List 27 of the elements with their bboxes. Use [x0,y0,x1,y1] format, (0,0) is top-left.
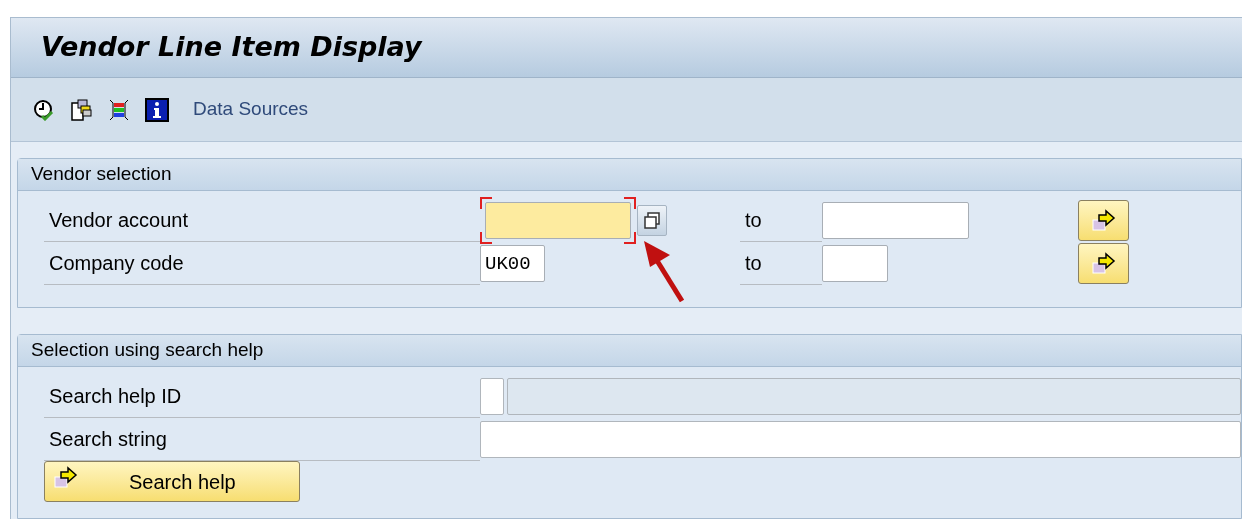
field-label: Search help ID [49,384,182,409]
multiple-selection-button[interactable] [637,205,667,236]
group-title: Selection using search help [31,338,264,363]
arrow-icon [1090,250,1117,277]
window-title: Vendor Line Item Display [41,30,422,65]
field-label: Vendor account [49,208,188,233]
selections-icon[interactable] [107,97,131,122]
search-help-button[interactable]: Search help [44,461,300,502]
input-field[interactable] [822,245,888,282]
field-label: Search string [49,427,167,452]
group-title: Vendor selection [31,162,172,187]
input-field[interactable] [822,202,969,239]
data-sources-link[interactable]: Data Sources [193,95,309,124]
info-icon[interactable] [145,97,169,122]
multiple-selection-button[interactable] [1078,200,1129,241]
input-field[interactable] [480,421,1241,458]
arrow-icon [53,465,79,491]
input-field[interactable] [480,378,504,415]
input-field[interactable]: UK00 [480,245,545,282]
to-label: to [745,251,762,276]
execute-icon[interactable] [33,98,55,121]
arrow-icon [1090,207,1117,234]
multiple-selection-button[interactable] [1078,243,1129,284]
documents-icon[interactable] [69,97,93,122]
to-label: to [745,208,762,233]
field-label: Company code [49,251,184,276]
copy-icon [642,210,662,231]
